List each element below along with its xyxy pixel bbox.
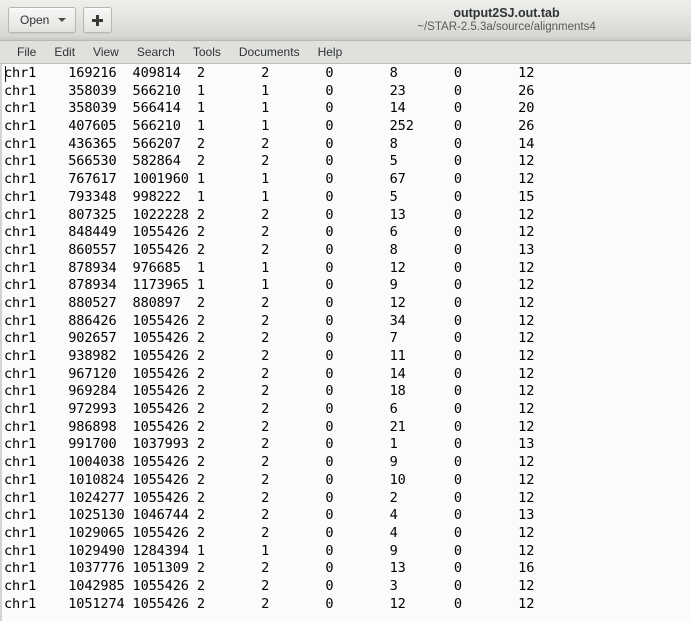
editor-line: chr1 358039 566210 1 1 0 23 0 26 [4,82,535,99]
plus-icon [92,14,104,26]
editor-line: chr1 878934 1173965 1 1 0 9 0 12 [4,277,535,294]
menu-item-tools[interactable]: Tools [184,43,230,62]
editor-line: chr1 880527 880897 2 2 0 12 0 12 [4,294,535,311]
editor-line: chr1 938982 1055426 2 2 0 11 0 12 [4,348,535,364]
chevron-down-icon [58,18,67,22]
editor-line: chr1 969284 1055426 2 2 0 18 0 12 [4,383,535,400]
menu-item-documents[interactable]: Documents [230,43,309,62]
editor-line: chr1 1051274 1055426 2 2 0 12 0 12 [4,595,535,612]
menu-item-help[interactable]: Help [309,43,352,62]
editor-line: chr1 1029490 1284394 1 1 0 9 0 12 [4,542,535,559]
editor-line: chr1 972993 1055426 2 2 0 6 0 12 [4,401,535,418]
editor-line: chr1 807325 1022228 2 2 0 13 0 12 [4,206,535,223]
editor-line: chr1 566530 582864 2 2 0 5 0 12 [4,153,535,170]
editor-line: chr1 1024277 1055426 2 2 0 2 0 12 [4,489,535,506]
menu-item-edit[interactable]: Edit [45,43,84,62]
editor-line: chr1 1037776 1051309 2 2 0 13 0 16 [4,560,535,577]
editor-line: chr1 991700 1037993 2 2 0 1 0 13 [4,436,535,453]
editor-line: chr1 1025130 1046744 2 2 0 4 0 13 [4,507,535,524]
new-tab-button[interactable] [83,7,113,33]
editor-line: chr1 407605 566210 1 1 0 252 0 26 [4,118,535,135]
editor-line: chr1 767617 1001960 1 1 0 67 0 12 [4,171,535,188]
editor-text-view[interactable]: chr1 169216 409814 2 2 0 8 0 12 chr1 3580… [0,64,691,621]
menu-item-file[interactable]: File [8,43,45,62]
editor-line: chr1 848449 1055426 2 2 0 6 0 12 [4,224,535,241]
editor-line: chr1 169216 409814 2 2 0 8 0 12 [4,65,535,82]
editor-line: chr1 886426 1055426 2 2 0 34 0 12 [4,312,535,329]
gedit-window: Open output2SJ.out.tab ~/STAR-2.5.3a/sou… [0,0,691,621]
menu-item-view[interactable]: View [84,43,128,62]
editor-line: chr1 1004038 1055426 2 2 0 9 0 12 [4,454,535,471]
open-button-label: Open [20,13,50,27]
editor-line: chr1 1010824 1055426 2 2 0 10 0 12 [4,471,535,488]
editor-line: chr1 860557 1055426 2 2 0 8 0 13 [4,241,535,258]
editor-line: chr1 967120 1055426 2 2 0 14 0 12 [4,365,535,382]
editor-line: chr1 902657 1055426 2 2 0 7 0 12 [4,330,535,347]
editor-line: chr1 436365 566207 2 2 0 8 0 14 [4,135,535,152]
text-cursor [5,66,6,82]
open-button[interactable]: Open [8,7,77,33]
editor-line: chr1 1042985 1055426 2 2 0 3 0 12 [4,577,535,594]
editor-line: chr1 1029065 1055426 2 2 0 4 0 12 [4,524,535,541]
menu-bar: File Edit View Search Tools Documents Help [0,41,691,64]
editor-content[interactable]: chr1 169216 409814 2 2 0 8 0 12 chr1 3580… [2,64,691,613]
header-bar-actions: Open [8,7,113,33]
editor-line: chr1 986898 1055426 2 2 0 21 0 12 [4,418,535,435]
window-title: output2SJ.out.tab [453,6,560,20]
menu-item-search[interactable]: Search [128,43,184,62]
window-subtitle-path: ~/STAR-2.5.3a/source/alignments4 [417,21,596,33]
header-bar: Open output2SJ.out.tab ~/STAR-2.5.3a/sou… [0,0,691,41]
editor-line: chr1 878934 976685 1 1 0 12 0 12 [4,259,535,276]
editor-line: chr1 793348 998222 1 1 0 5 0 15 [4,188,535,205]
editor-line: chr1 358039 566414 1 1 0 14 0 20 [4,100,535,117]
